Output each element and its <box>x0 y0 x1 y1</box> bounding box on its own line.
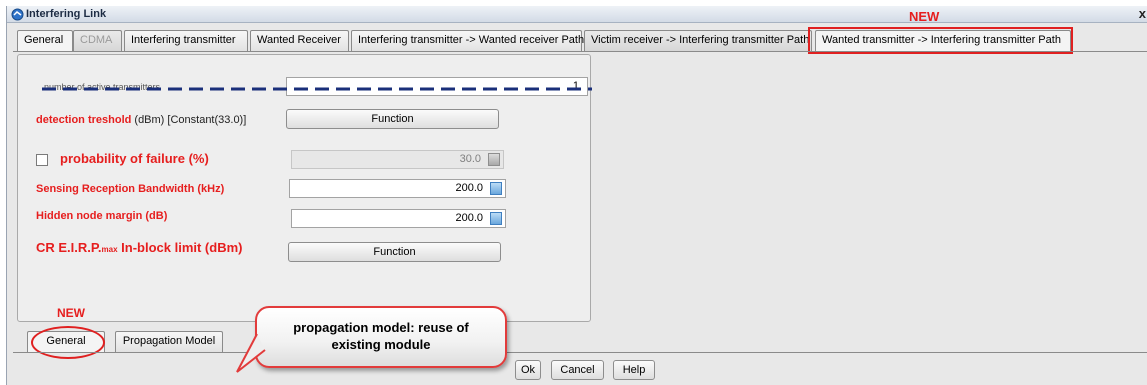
eirp-function-button[interactable]: Function <box>288 242 501 262</box>
help-button[interactable]: Help <box>613 360 655 380</box>
app-icon <box>11 8 24 21</box>
cr-eirp-label: CR E.I.R.P.max In-block limit (dBm) <box>36 240 243 255</box>
detection-function-button[interactable]: Function <box>286 109 499 129</box>
bottom-tab-propagation-model[interactable]: Propagation Model <box>115 331 223 352</box>
close-icon[interactable]: x <box>1139 6 1146 21</box>
calculator-icon[interactable] <box>488 153 500 166</box>
title-bar[interactable]: Interfering Link x <box>7 6 1147 23</box>
new-tab-highlight <box>808 27 1073 54</box>
callout-line-2: existing module <box>331 337 431 352</box>
hidden-node-margin-field[interactable]: 200.0 <box>291 209 506 228</box>
detection-threshold-label: detection treshold (dBm) [Constant(33.0)… <box>36 114 247 126</box>
callout-line-1: propagation model: reuse of <box>293 320 469 335</box>
general-tab-highlight <box>31 326 105 359</box>
sensing-bandwidth-field[interactable]: 200.0 <box>289 179 506 198</box>
bottom-tab-separator <box>13 352 1147 353</box>
parameters-panel: number of active transmitters 1 detectio… <box>17 54 592 322</box>
cancel-button[interactable]: Cancel <box>551 360 604 380</box>
probability-failure-label: probability of failure (%) <box>60 151 209 166</box>
dashed-strike-line <box>42 87 592 91</box>
sensing-bandwidth-label: Sensing Reception Bandwidth (kHz) <box>36 183 225 195</box>
hidden-node-margin-label: Hidden node margin (dB) <box>36 210 168 222</box>
tab-interferer-to-wanted-receiver-path[interactable]: Interfering transmitter -> Wanted receiv… <box>351 30 584 51</box>
ok-button[interactable]: Ok <box>515 360 541 380</box>
calculator-icon[interactable] <box>490 212 502 225</box>
calculator-icon[interactable] <box>490 182 502 195</box>
new-annotation-bottom: NEW <box>57 306 85 320</box>
tab-wanted-receiver[interactable]: Wanted Receiver <box>250 30 349 51</box>
callout-pointer <box>236 333 266 373</box>
tab-cdma[interactable]: CDMA <box>73 30 122 51</box>
probability-failure-field: 30.0 <box>291 150 504 169</box>
probability-failure-checkbox[interactable] <box>36 154 48 166</box>
propagation-callout: propagation model: reuse of existing mod… <box>255 306 507 368</box>
interfering-link-window: Interfering Link x NEW General CDMA Inte… <box>6 6 1147 385</box>
tab-interfering-transmitter[interactable]: Interfering transmitter <box>124 30 248 51</box>
tab-separator <box>13 51 1147 52</box>
tab-victim-to-interferer-path[interactable]: Victim receiver -> Interfering transmitt… <box>584 30 812 51</box>
new-annotation-top: NEW <box>909 9 940 24</box>
window-title: Interfering Link <box>26 8 107 20</box>
tab-general[interactable]: General <box>17 30 73 52</box>
